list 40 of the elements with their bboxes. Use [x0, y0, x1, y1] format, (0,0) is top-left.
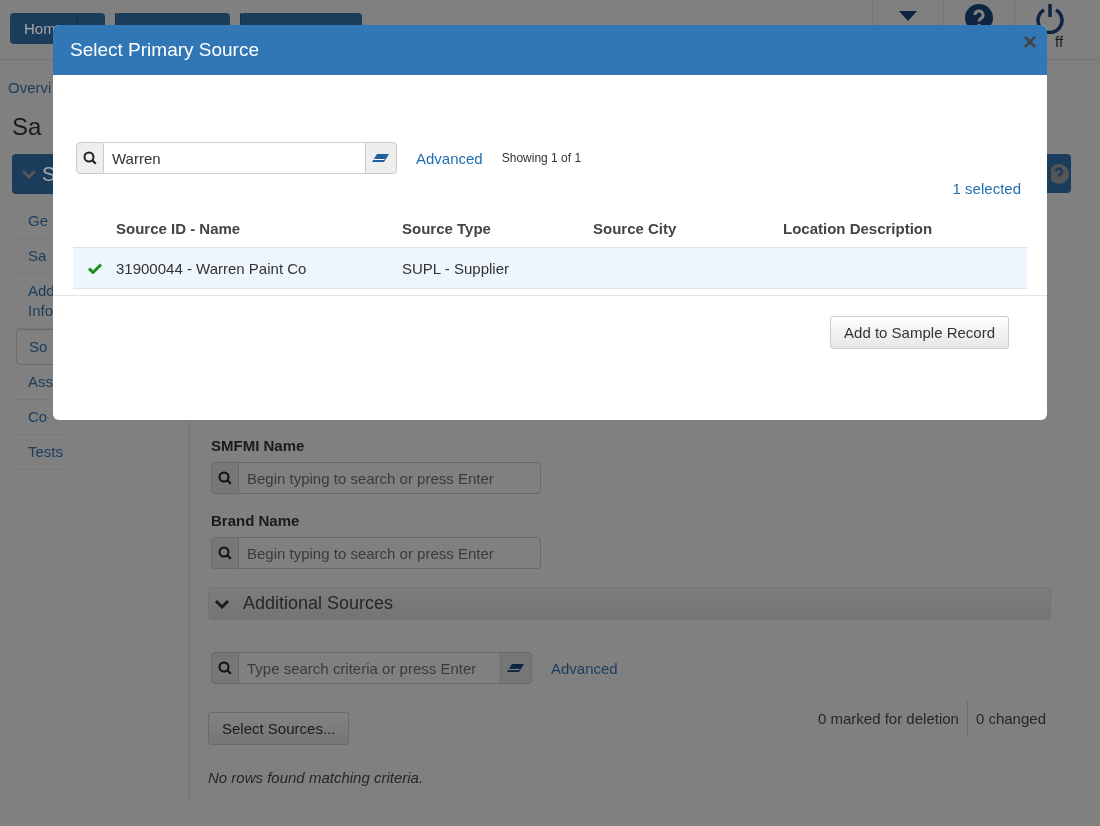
page-title: Sa — [11, 112, 43, 142]
select-sources-button[interactable]: Select Sources... — [208, 712, 350, 745]
table-row[interactable]: 31900044 - Warren Paint Co SUPL - Supplier — [73, 247, 1027, 289]
chevron-down-icon — [215, 598, 229, 609]
power-icon — [1035, 4, 1065, 34]
caret-down-icon — [898, 10, 918, 22]
section-header[interactable]: Additional Sources — [208, 587, 1051, 620]
deletion-count: 0 marked for deletion — [818, 710, 959, 727]
column-header: Source City — [593, 213, 783, 248]
search-field[interactable]: Begin typing to search or press Enter — [239, 537, 541, 569]
selected-count-link[interactable]: 1 selected — [952, 180, 1021, 197]
help-icon — [1051, 162, 1071, 185]
column-header: Source Type — [402, 213, 593, 248]
search-field[interactable]: Begin typing to search or press Enter — [239, 462, 541, 494]
advanced-link[interactable]: Advanced — [551, 659, 618, 677]
eraser-icon[interactable] — [372, 153, 390, 163]
field-label: Brand Name — [210, 512, 301, 529]
search-icon — [218, 471, 232, 485]
checkmark-icon — [87, 262, 102, 274]
chevron-down-icon — [22, 169, 36, 179]
column-header: Location Description — [783, 213, 1027, 248]
advanced-link[interactable]: Advanced — [416, 149, 483, 167]
search-icon — [83, 151, 97, 165]
search-icon — [218, 546, 232, 560]
search-field[interactable]: Warren — [104, 142, 366, 174]
search-icon — [218, 661, 232, 675]
field-label: SMFMI Name — [210, 437, 306, 454]
add-to-record-button[interactable]: Add to Sample Record — [830, 316, 1009, 349]
empty-message: No rows found matching criteria. — [208, 769, 425, 786]
table-cell: SUPL - Supplier — [402, 247, 593, 289]
dialog-title: Select Primary Source — [70, 39, 259, 61]
changed-count: 0 changed — [975, 710, 1046, 727]
search-field[interactable]: Type search criteria or press Enter — [239, 652, 501, 684]
column-header: Source ID - Name — [116, 213, 402, 248]
sidebar-item[interactable]: Tests — [16, 435, 68, 470]
table-cell: 31900044 - Warren Paint Co — [116, 247, 402, 289]
eraser-icon[interactable] — [507, 663, 525, 673]
close-button[interactable]: × — [1023, 30, 1037, 54]
clear-button[interactable] — [501, 652, 532, 684]
result-count: Showing 1 of 1 — [501, 151, 582, 165]
